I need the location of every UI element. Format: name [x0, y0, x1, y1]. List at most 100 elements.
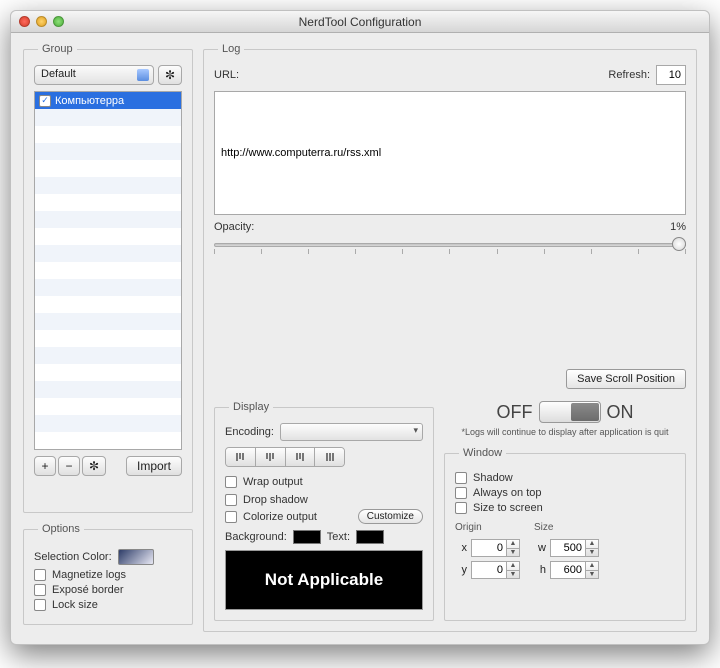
save-scroll-button[interactable]: Save Scroll Position	[566, 369, 686, 389]
config-window: NerdTool Configuration Group Default ✼ К	[10, 10, 710, 645]
stepper-up-icon[interactable]: ▲	[586, 540, 598, 549]
options-box: Options Selection Color: Magnetize logs …	[23, 523, 193, 625]
y-stepper[interactable]: ▲▼	[471, 561, 520, 579]
w-label: w	[534, 542, 546, 554]
group-gear-button[interactable]: ✼	[158, 65, 182, 85]
traffic-lights	[19, 16, 64, 27]
display-legend: Display	[229, 401, 273, 413]
list-item[interactable]: Компьютерра	[35, 92, 181, 109]
titlebar: NerdTool Configuration	[11, 11, 709, 33]
align-left-icon	[236, 453, 244, 461]
y-label: y	[455, 564, 467, 576]
align-center-button[interactable]	[256, 448, 286, 466]
w-input[interactable]	[550, 539, 586, 557]
remove-button[interactable]: −	[58, 456, 80, 476]
opacity-slider[interactable]	[214, 235, 686, 255]
magnetize-checkbox[interactable]	[34, 569, 46, 581]
group-dropdown[interactable]: Default	[34, 65, 154, 85]
options-legend: Options	[38, 523, 84, 535]
group-list[interactable]: Компьютерра	[34, 91, 182, 450]
shadow-checkbox[interactable]	[455, 472, 467, 484]
drop-shadow-label: Drop shadow	[243, 494, 308, 506]
wrap-label: Wrap output	[243, 476, 303, 488]
window-title: NerdTool Configuration	[299, 15, 422, 29]
add-button[interactable]: +	[34, 456, 56, 476]
selection-color-swatch[interactable]	[118, 549, 154, 565]
stepper-up-icon[interactable]: ▲	[507, 540, 519, 549]
align-left-button[interactable]	[226, 448, 256, 466]
opacity-label: Opacity:	[214, 221, 254, 233]
gear-icon: ✼	[165, 67, 175, 83]
expose-label: Exposé border	[52, 584, 124, 596]
wrap-checkbox[interactable]	[225, 476, 237, 488]
right-lower: OFF ON *Logs will continue to display af…	[444, 401, 686, 621]
encoding-label: Encoding:	[225, 426, 274, 438]
minimize-icon[interactable]	[36, 16, 47, 27]
preview-area: Not Applicable	[225, 550, 423, 610]
close-icon[interactable]	[19, 16, 30, 27]
x-input[interactable]	[471, 539, 507, 557]
background-label: Background:	[225, 531, 287, 543]
action-gear-button[interactable]: ✼	[82, 456, 106, 476]
shadow-label: Shadow	[473, 472, 513, 484]
window-legend: Window	[459, 447, 506, 459]
off-label: OFF	[497, 402, 533, 423]
h-input[interactable]	[550, 561, 586, 579]
size-to-screen-label: Size to screen	[473, 502, 543, 514]
align-justify-icon	[326, 453, 334, 461]
log-box: Log URL: Refresh: Opacity: 1%	[203, 43, 697, 632]
drop-shadow-checkbox[interactable]	[225, 494, 237, 506]
encoding-popup[interactable]	[280, 423, 423, 441]
size-label: Size	[534, 522, 599, 533]
magnetize-label: Magnetize logs	[52, 569, 126, 581]
zoom-icon[interactable]	[53, 16, 64, 27]
left-column: Group Default ✼ Компьютерра	[23, 43, 193, 632]
alignment-segmented[interactable]	[225, 447, 345, 467]
on-label: ON	[607, 402, 634, 423]
stepper-up-icon[interactable]: ▲	[507, 562, 519, 571]
refresh-field[interactable]	[656, 65, 686, 85]
stepper-up-icon[interactable]: ▲	[586, 562, 598, 571]
gear-icon: ✼	[89, 458, 99, 474]
h-stepper[interactable]: ▲▼	[550, 561, 599, 579]
list-item-label: Компьютерра	[55, 95, 124, 107]
group-legend: Group	[38, 43, 77, 55]
stepper-down-icon[interactable]: ▼	[507, 549, 519, 557]
background-color-swatch[interactable]	[293, 530, 321, 544]
w-stepper[interactable]: ▲▼	[550, 539, 599, 557]
lock-size-checkbox[interactable]	[34, 599, 46, 611]
group-box: Group Default ✼ Компьютерра	[23, 43, 193, 513]
stepper-down-icon[interactable]: ▼	[507, 571, 519, 579]
enable-switch[interactable]	[539, 401, 601, 423]
customize-button[interactable]: Customize	[358, 509, 423, 524]
x-label: x	[455, 542, 467, 554]
content: Group Default ✼ Компьютерра	[11, 33, 709, 644]
size-to-screen-checkbox[interactable]	[455, 502, 467, 514]
log-legend: Log	[218, 43, 244, 55]
list-item-checkbox[interactable]	[39, 95, 51, 107]
switch-note: *Logs will continue to display after app…	[444, 427, 686, 437]
text-color-swatch[interactable]	[356, 530, 384, 544]
align-justify-button[interactable]	[315, 448, 344, 466]
slider-thumb[interactable]	[672, 237, 686, 251]
opacity-value: 1%	[670, 221, 686, 233]
h-label: h	[534, 564, 546, 576]
colorize-checkbox[interactable]	[225, 511, 237, 523]
x-stepper[interactable]: ▲▼	[471, 539, 520, 557]
group-dropdown-label: Default	[41, 68, 76, 80]
y-input[interactable]	[471, 561, 507, 579]
switch-knob	[571, 403, 599, 421]
stepper-down-icon[interactable]: ▼	[586, 571, 598, 579]
align-center-icon	[266, 453, 274, 461]
import-button[interactable]: Import	[126, 456, 182, 476]
url-field[interactable]	[214, 91, 686, 215]
stepper-down-icon[interactable]: ▼	[586, 549, 598, 557]
refresh-label: Refresh:	[608, 69, 650, 81]
align-right-button[interactable]	[286, 448, 316, 466]
always-on-top-checkbox[interactable]	[455, 487, 467, 499]
text-color-label: Text:	[327, 531, 350, 543]
expose-checkbox[interactable]	[34, 584, 46, 596]
window-box: Window Shadow Always on top Size to scre…	[444, 447, 686, 621]
align-right-icon	[296, 453, 304, 461]
origin-label: Origin	[455, 522, 520, 533]
